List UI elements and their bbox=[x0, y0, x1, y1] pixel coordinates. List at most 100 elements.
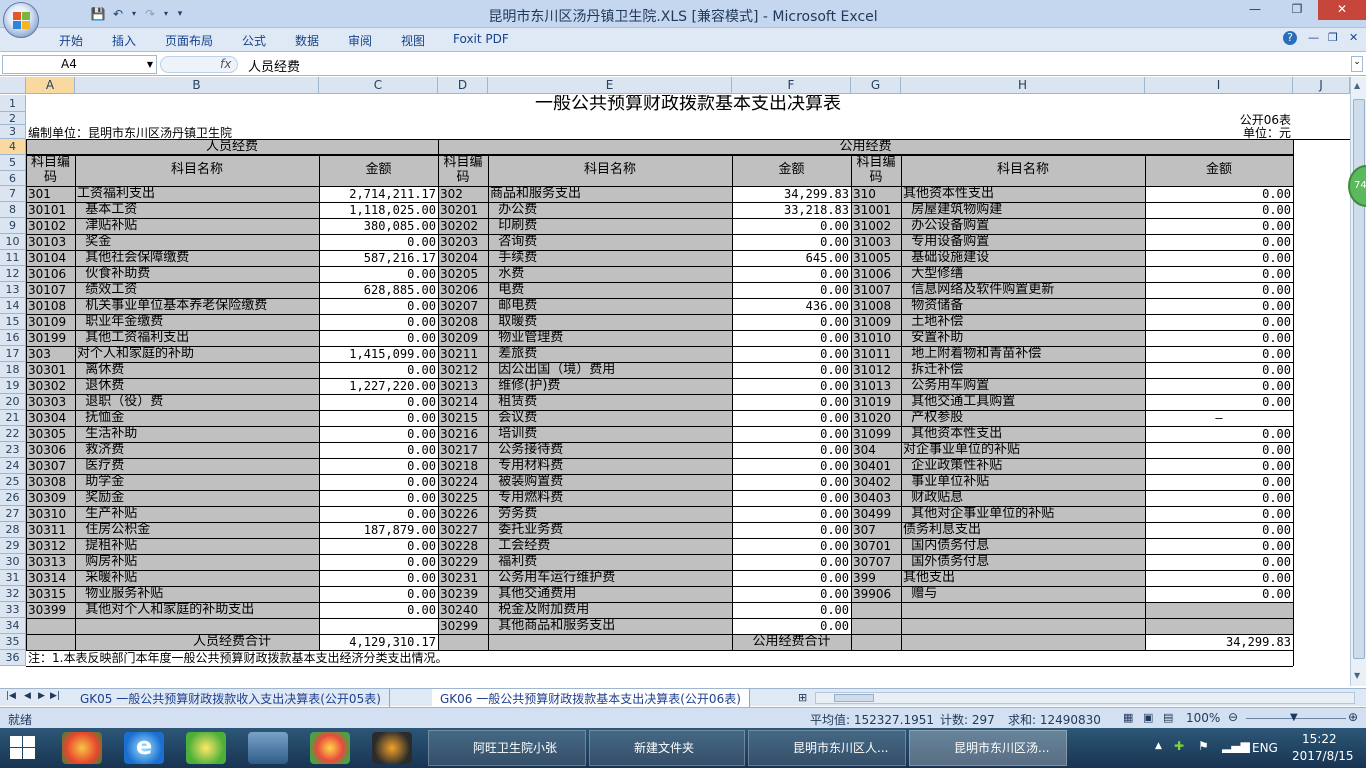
amount-cell[interactable]: 0.00 bbox=[732, 410, 851, 426]
name-cell[interactable]: 拆迁补偿 bbox=[901, 362, 1145, 378]
zoom-level[interactable]: 100% bbox=[1186, 711, 1220, 725]
row-header-34[interactable]: 34 bbox=[0, 618, 26, 634]
name-cell[interactable]: 租赁费 bbox=[488, 394, 732, 410]
name-cell[interactable]: 培训费 bbox=[488, 426, 732, 442]
name-cell[interactable]: 伙食补助费 bbox=[75, 266, 319, 282]
name-cell[interactable] bbox=[901, 602, 1145, 618]
name-cell[interactable]: 国外债务付息 bbox=[901, 554, 1145, 570]
amount-cell[interactable]: 0.00 bbox=[1145, 202, 1293, 218]
name-cell[interactable]: 取暖费 bbox=[488, 314, 732, 330]
clock-time[interactable]: 15:22 bbox=[1302, 732, 1337, 746]
column-header-j[interactable]: J bbox=[1293, 77, 1350, 94]
column-header-b[interactable]: B bbox=[75, 77, 319, 94]
tab-insert[interactable]: 插入 bbox=[112, 32, 136, 49]
name-cell[interactable]: 国内债务付息 bbox=[901, 538, 1145, 554]
row-header-21[interactable]: 21 bbox=[0, 410, 26, 426]
scroll-up-icon[interactable]: ▲ bbox=[1354, 81, 1360, 90]
row-header-5[interactable]: 5 bbox=[0, 155, 26, 171]
code-cell[interactable]: 30107 bbox=[26, 282, 75, 298]
tray-app-icon[interactable]: ✚ bbox=[1174, 739, 1184, 753]
code-cell[interactable]: 30299 bbox=[438, 618, 488, 634]
tab-data[interactable]: 数据 bbox=[295, 32, 319, 49]
code-cell[interactable]: 30106 bbox=[26, 266, 75, 282]
row-header-13[interactable]: 13 bbox=[0, 282, 26, 298]
task-awang-clinic[interactable]: 阿旺卫生院小张 bbox=[428, 730, 586, 766]
code-cell[interactable]: 31009 bbox=[851, 314, 901, 330]
code-cell[interactable]: 30310 bbox=[26, 506, 75, 522]
row-header-28[interactable]: 28 bbox=[0, 522, 26, 538]
row-header-22[interactable]: 22 bbox=[0, 426, 26, 442]
name-cell[interactable]: 对个人和家庭的补助 bbox=[75, 346, 319, 362]
code-cell[interactable]: 30211 bbox=[438, 346, 488, 362]
amount-cell[interactable]: 0.00 bbox=[732, 346, 851, 362]
name-col-header-1[interactable]: 科目名称 bbox=[75, 155, 319, 186]
amount-cell[interactable]: 0.00 bbox=[319, 426, 438, 442]
public-total-label[interactable]: 公用经费合计 bbox=[438, 634, 1145, 650]
name-cell[interactable]: 物业服务补贴 bbox=[75, 586, 319, 602]
name-cell[interactable]: 安置补助 bbox=[901, 330, 1145, 346]
amount-cell[interactable]: 0.00 bbox=[319, 362, 438, 378]
row-header-36[interactable]: 36 bbox=[0, 650, 26, 666]
code-cell[interactable]: 39906 bbox=[851, 586, 901, 602]
row-header-7[interactable]: 7 bbox=[0, 186, 26, 202]
amount-cell[interactable]: 0.00 bbox=[1145, 186, 1293, 202]
name-cell[interactable]: 绩效工资 bbox=[75, 282, 319, 298]
code-cell[interactable]: 30307 bbox=[26, 458, 75, 474]
remote-desktop-icon[interactable] bbox=[248, 732, 288, 764]
name-cell[interactable]: 退职（役）费 bbox=[75, 394, 319, 410]
amount-cell[interactable]: 0.00 bbox=[732, 586, 851, 602]
row-header-33[interactable]: 33 bbox=[0, 602, 26, 618]
code-cell[interactable]: 30213 bbox=[438, 378, 488, 394]
code-cell[interactable]: 30108 bbox=[26, 298, 75, 314]
amount-cell[interactable]: 0.00 bbox=[1145, 218, 1293, 234]
code-cell[interactable]: 30103 bbox=[26, 234, 75, 250]
amount-cell[interactable]: 0.00 bbox=[1145, 506, 1293, 522]
amount-col-header-2[interactable]: 金额 bbox=[732, 155, 851, 186]
amount-cell[interactable]: 0.00 bbox=[319, 602, 438, 618]
name-cell[interactable]: 地上附着物和青苗补偿 bbox=[901, 346, 1145, 362]
row-header-17[interactable]: 17 bbox=[0, 346, 26, 362]
amount-cell[interactable]: 0.00 bbox=[319, 490, 438, 506]
amount-cell[interactable]: 0.00 bbox=[1145, 282, 1293, 298]
amount-cell[interactable]: 0.00 bbox=[319, 554, 438, 570]
column-header-a[interactable]: A bbox=[26, 77, 75, 94]
code-cell[interactable]: 30226 bbox=[438, 506, 488, 522]
task-new-folder[interactable]: 新建文件夹 bbox=[589, 730, 745, 766]
code-cell[interactable]: 30701 bbox=[851, 538, 901, 554]
amount-cell[interactable]: 0.00 bbox=[319, 410, 438, 426]
amount-cell[interactable] bbox=[1145, 602, 1293, 618]
name-cell[interactable]: 机关事业单位基本养老保险缴费 bbox=[75, 298, 319, 314]
name-cell[interactable]: 其他资本性支出 bbox=[901, 186, 1145, 202]
name-cell[interactable]: 基础设施建设 bbox=[901, 250, 1145, 266]
code-cell[interactable]: 30314 bbox=[26, 570, 75, 586]
amount-cell[interactable]: 187,879.00 bbox=[319, 522, 438, 538]
code-cell[interactable]: 31011 bbox=[851, 346, 901, 362]
amount-cell[interactable]: 0.00 bbox=[319, 234, 438, 250]
code-cell[interactable]: 30214 bbox=[438, 394, 488, 410]
code-cell[interactable]: 31019 bbox=[851, 394, 901, 410]
row-header-30[interactable]: 30 bbox=[0, 554, 26, 570]
tab-page-layout[interactable]: 页面布局 bbox=[165, 32, 213, 49]
code-cell[interactable]: 302 bbox=[438, 186, 488, 202]
formula-input[interactable]: 人员经费 bbox=[248, 56, 300, 75]
amount-cell[interactable]: 0.00 bbox=[732, 618, 851, 634]
name-cell[interactable]: 手续费 bbox=[488, 250, 732, 266]
name-cell[interactable]: 其他交通费用 bbox=[488, 586, 732, 602]
name-cell[interactable]: 办公设备购置 bbox=[901, 218, 1145, 234]
name-cell[interactable]: 维修(护)费 bbox=[488, 378, 732, 394]
name-cell[interactable]: 救济费 bbox=[75, 442, 319, 458]
name-cell[interactable]: 其他对个人和家庭的补助支出 bbox=[75, 602, 319, 618]
minimize-button[interactable]: — bbox=[1234, 0, 1276, 20]
code-cell[interactable]: 30228 bbox=[438, 538, 488, 554]
name-cell[interactable]: 债务利息支出 bbox=[901, 522, 1145, 538]
amount-cell[interactable]: 436.00 bbox=[732, 298, 851, 314]
code-cell[interactable]: 30225 bbox=[438, 490, 488, 506]
amount-cell[interactable]: 0.00 bbox=[732, 458, 851, 474]
amount-cell[interactable]: 0.00 bbox=[1145, 522, 1293, 538]
code-cell[interactable]: 30204 bbox=[438, 250, 488, 266]
row-header-19[interactable]: 19 bbox=[0, 378, 26, 394]
tray-expand-icon[interactable]: ▲ bbox=[1155, 741, 1162, 751]
tab-foxit-pdf[interactable]: Foxit PDF bbox=[453, 32, 509, 46]
tab-formulas[interactable]: 公式 bbox=[242, 32, 266, 49]
name-cell[interactable]: 其他工资福利支出 bbox=[75, 330, 319, 346]
